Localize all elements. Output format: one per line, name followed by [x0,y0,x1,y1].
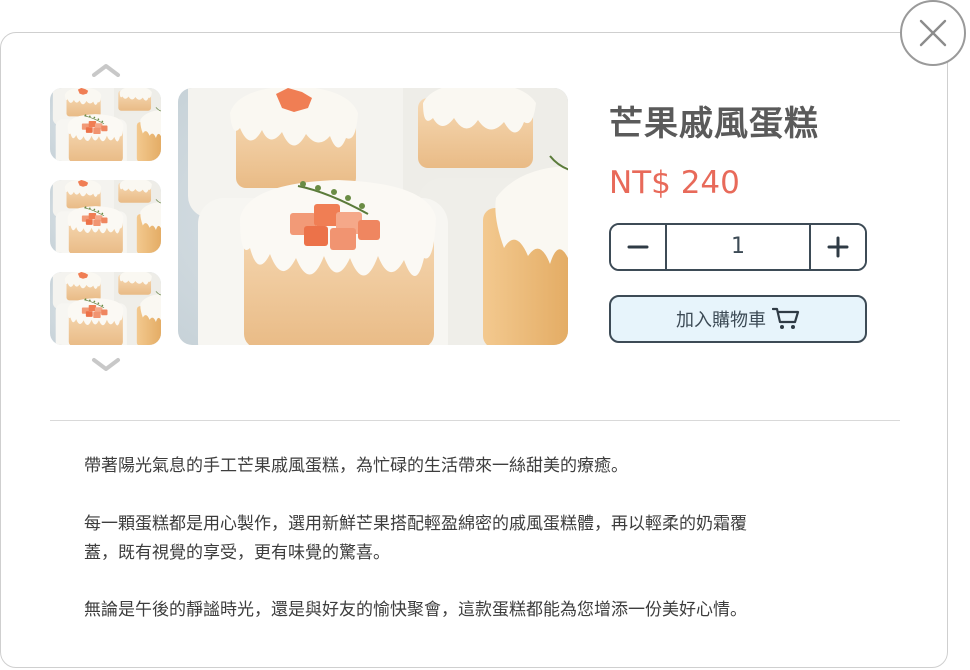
description-paragraph-3: 無論是午後的靜謐時光，還是與好友的愉快聚會，這款蛋糕都能為您增添一份美好心情。 [84,600,747,620]
increase-quantity-button[interactable] [809,225,865,269]
divider [50,420,900,421]
chevron-up-icon [92,64,120,77]
description-paragraph-2-line-1: 每一顆蛋糕都是用心製作，選用新鮮芒果搭配輕盈綿密的戚風蛋糕體，再以輕柔的奶霜覆 [84,514,747,534]
product-main-image [178,88,568,345]
minus-icon [627,245,649,249]
quantity-value[interactable]: 1 [667,225,809,269]
thumbnail-up-button[interactable] [90,60,122,80]
description-paragraph-1: 帶著陽光氣息的手工芒果戚風蛋糕，為忙碌的生活帶來一絲甜美的療癒。 [84,456,628,476]
description-paragraph-2-line-2: 蓋，既有視覺的享受，更有味覺的驚喜。 [84,543,390,563]
thumbnail-3[interactable] [50,272,161,345]
thumbnail-down-button[interactable] [90,354,122,374]
add-to-cart-button[interactable]: 加入購物車 [609,295,867,343]
decrease-quantity-button[interactable] [611,225,667,269]
close-icon [919,19,947,47]
thumbnail-2[interactable] [50,180,161,253]
add-to-cart-label: 加入購物車 [676,310,766,331]
thumbnail-1[interactable] [50,88,161,161]
chevron-down-icon [92,358,120,371]
cart-icon [772,307,800,329]
product-title: 芒果戚風蛋糕 [609,104,819,144]
product-price: NT$ 240 [609,165,740,201]
quantity-stepper: 1 [609,223,867,271]
close-button[interactable] [900,0,966,66]
plus-icon [827,236,849,258]
